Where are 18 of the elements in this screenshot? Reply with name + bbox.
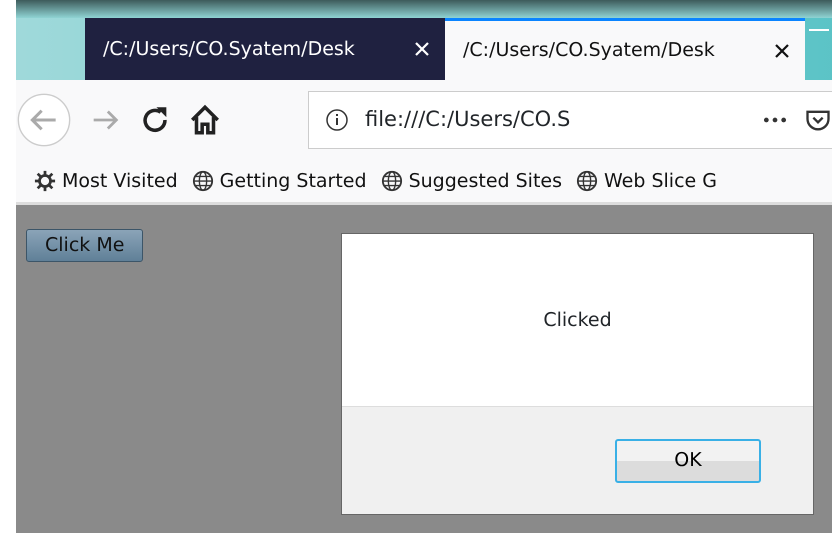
click-me-button[interactable]: Click Me	[26, 229, 144, 262]
bookmark[interactable]: Most Visited	[34, 166, 178, 196]
bookmark[interactable]: Web Slice G	[576, 166, 717, 196]
globe-icon	[380, 170, 403, 192]
info-icon[interactable]	[325, 108, 349, 132]
globe-icon	[192, 170, 214, 192]
dialog-message: Clicked	[543, 308, 612, 333]
url-text: file:///C:/Users/CO.S	[365, 106, 570, 134]
address-bar[interactable]: file:///C:/Users/CO.S	[308, 91, 832, 149]
browser-tab[interactable]: /C:/Users/CO.Syatem/Desk	[445, 18, 805, 80]
ok-button[interactable]: OK	[615, 438, 761, 482]
globe-icon	[576, 170, 598, 192]
bookmark[interactable]: Suggested Sites	[380, 166, 562, 196]
home-icon[interactable]	[188, 103, 222, 137]
close-icon[interactable]	[773, 42, 791, 60]
bookmark[interactable]: Getting Started	[192, 166, 367, 196]
gear-icon	[34, 170, 56, 192]
browser-tab[interactable]: /C:/Users/CO.Syatem/Desk	[85, 18, 445, 80]
